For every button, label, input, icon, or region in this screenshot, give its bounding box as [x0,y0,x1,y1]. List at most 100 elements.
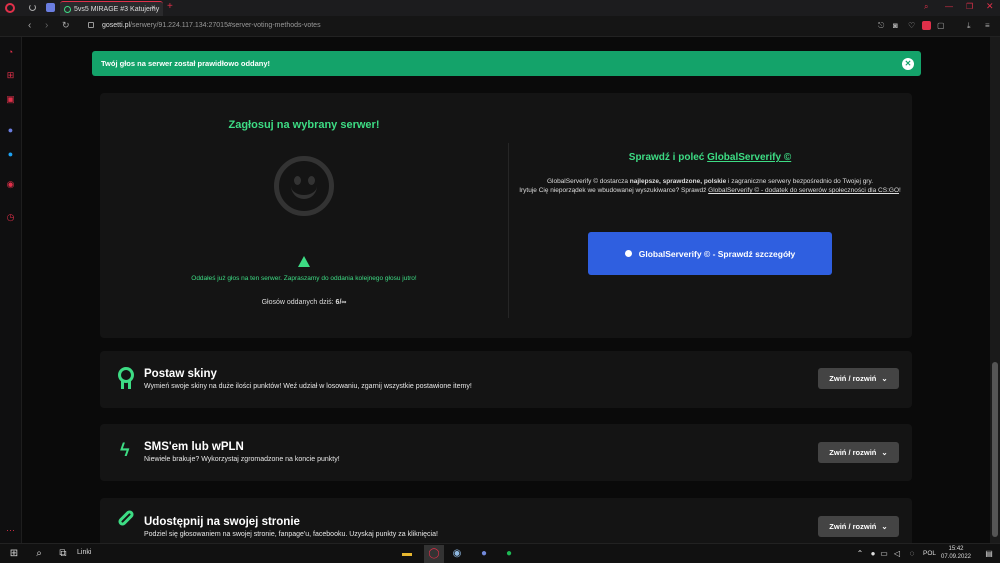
forward-icon[interactable]: › [45,20,48,31]
discord-icon[interactable]: ● [477,547,491,561]
bag-icon[interactable]: ⊞ [5,70,16,81]
link-icon [116,508,136,528]
success-toast: Twój głos na serwer został prawidłowo od… [92,51,921,76]
menu-icon[interactable]: ≡ [985,21,990,30]
promo-desc-link[interactable]: GlobalServerify © - dodatek do serwerów … [708,187,899,194]
section-desc: Podziel się głosowaniem na swojej stroni… [144,531,438,538]
pinned-tab-icon[interactable] [46,3,55,12]
maximize-icon[interactable]: ❐ [966,2,973,11]
promo-desc-end: ! [899,187,901,194]
lock-icon [88,22,94,28]
clock[interactable]: 15:42 07.09.2022 [940,545,972,561]
heart-icon[interactable]: ♡ [908,21,915,30]
file-explorer-icon[interactable]: ▬ [400,547,414,561]
search-icon[interactable]: ⌕ [32,547,46,561]
tab-close-icon[interactable]: × [151,3,156,12]
vote-notice: Oddałeś już głos na ten serwer. Zaprasza… [191,275,417,282]
promo-desc-2: i zagraniczne serwery bezpośrednio do Tw… [728,178,874,185]
votes-label: Głosów oddanych dziś: [261,299,334,306]
notification-icon[interactable]: ▤ [982,547,996,561]
share-icon[interactable]: ⎋ [878,21,884,31]
player-icon[interactable]: ◉ [5,179,16,190]
links-toolbar-label[interactable]: Linki [77,549,91,556]
network-icon[interactable]: ▭ [877,547,891,561]
clock-time: 15:42 [948,546,964,552]
section-udostepnij: Udostępnij na swojej stronie Podziel się… [100,498,912,543]
back-icon[interactable]: ‹ [28,20,31,31]
box-icon[interactable]: ▢ [937,21,945,30]
toggle-label: Zwiń / rozwiń [829,522,877,531]
scrollbar-thumb[interactable] [992,362,998,537]
card-divider [508,143,509,318]
download-icon[interactable]: ⤓ [967,21,971,31]
close-window-icon[interactable]: ✕ [986,1,994,12]
twitch-icon[interactable]: ▣ [5,94,16,105]
chevron-down-icon: ⌄ [881,374,888,383]
speed-dial-icon[interactable]: ◔ [5,47,16,58]
windows-start-icon[interactable]: ⊞ [7,547,21,561]
chevron-down-icon: ⌄ [881,448,888,457]
scrollbar[interactable] [990,37,1000,543]
promo-title-prefix: Sprawdź i poleć [628,152,705,163]
section-title: Postaw skiny [144,368,217,380]
globalserverify-button[interactable]: GlobalServerify © - Sprawdź szczegóły [588,232,832,275]
chevron-up-icon[interactable]: ⌃ [853,547,867,561]
votes-today: Głosów oddanych dziś: 6/∞ [100,299,508,306]
volume-icon[interactable]: ◁ [890,547,904,561]
toggle-button[interactable]: Zwiń / rozwiń ⌄ [818,516,899,537]
votes-value: 6/∞ [335,299,347,306]
task-view-icon[interactable]: ⧉ [56,547,70,561]
award-ribbon-tail [121,381,131,389]
opera-taskbar-icon[interactable]: ◯ [424,545,444,563]
vote-title: Zagłosuj na wybrany serwer! [228,119,380,131]
tray-icon[interactable]: ◌ [905,547,919,561]
new-tab-icon[interactable]: + [167,1,173,12]
url-domain: gosetti.pl [102,22,131,29]
spotify-icon[interactable]: ● [502,547,516,561]
section-desc: Wymień swoje skiny na duże ilości punktó… [144,383,472,390]
promo-desc: GlobalServerify © dostarcza najlepsze, s… [518,177,902,195]
toggle-label: Zwiń / rozwiń [829,448,877,457]
promo-desc-3: Irytuje Cię nieporządek we wbudowanej wy… [519,187,707,194]
toggle-label: Zwiń / rozwiń [829,374,877,383]
opera-menu-icon[interactable] [5,3,15,13]
info-icon [624,250,632,257]
language-indicator[interactable]: POL [923,550,936,557]
smiley-icon [274,156,334,216]
section-postaw-skiny: Postaw skiny Wymień swoje skiny na duże … [100,351,912,408]
toggle-button[interactable]: Zwiń / rozwiń ⌄ [818,368,899,389]
more-icon[interactable]: ··· [5,525,16,536]
promo-title-link[interactable]: GlobalServerify © [707,152,791,163]
browser-tab-bar: 5vs5 MIRAGE #3 Katujemy × + ⌕ — ❐ ✕ [0,0,1000,16]
history-icon[interactable]: ◷ [5,212,16,223]
twitter-icon[interactable]: ● [5,149,16,160]
tab-favicon-icon [64,5,71,13]
tab-title: 5vs5 MIRAGE #3 Katujemy [74,5,160,13]
section-title: SMS'em lub wPLN [144,441,244,453]
tab-active[interactable]: 5vs5 MIRAGE #3 Katujemy [60,1,163,16]
section-sms: ϟ SMS'em lub wPLN Niewiele brakuje? Wyko… [100,424,912,481]
reload-tab-icon[interactable] [29,4,36,11]
minimize-icon[interactable]: — [945,2,953,11]
camera-icon[interactable]: ◙ [893,21,898,30]
close-icon[interactable]: ✕ [902,58,914,70]
promo-title: Sprawdź i poleć GlobalServerify © [508,152,912,163]
toast-message: Twój głos na serwer został prawidłowo od… [101,59,271,68]
warning-icon [298,256,310,267]
chevron-down-icon: ⌄ [881,522,888,531]
clock-date: 07.09.2022 [940,554,972,560]
messenger-icon[interactable]: ● [5,125,16,136]
globalserverify-button-label: GlobalServerify © - Sprawdź szczegóły [638,248,796,259]
url-field[interactable]: gosetti.pl/serwery/91.224.117.134:27015#… [102,22,321,29]
promo-desc-bold: najlepsze, sprawdzone, polskie [629,178,727,185]
vote-card: Zagłosuj na wybrany serwer! Oddałeś już … [100,93,912,338]
steam-icon[interactable]: ◉ [450,547,464,561]
section-desc: Niewiele brakuje? Wykorzystaj zgromadzon… [144,456,340,463]
reload-icon[interactable]: ↻ [62,20,70,31]
search-tabs-icon[interactable]: ⌕ [924,2,928,12]
section-title: Udostępnij na swojej stronie [144,516,300,528]
adblock-icon[interactable] [922,21,931,30]
toggle-button[interactable]: Zwiń / rozwiń ⌄ [818,442,899,463]
address-bar: ‹ › ↻ gosetti.pl/serwery/91.224.117.134:… [0,16,1000,37]
url-path: /serwery/91.224.117.134:27015#server-vot… [130,22,321,29]
